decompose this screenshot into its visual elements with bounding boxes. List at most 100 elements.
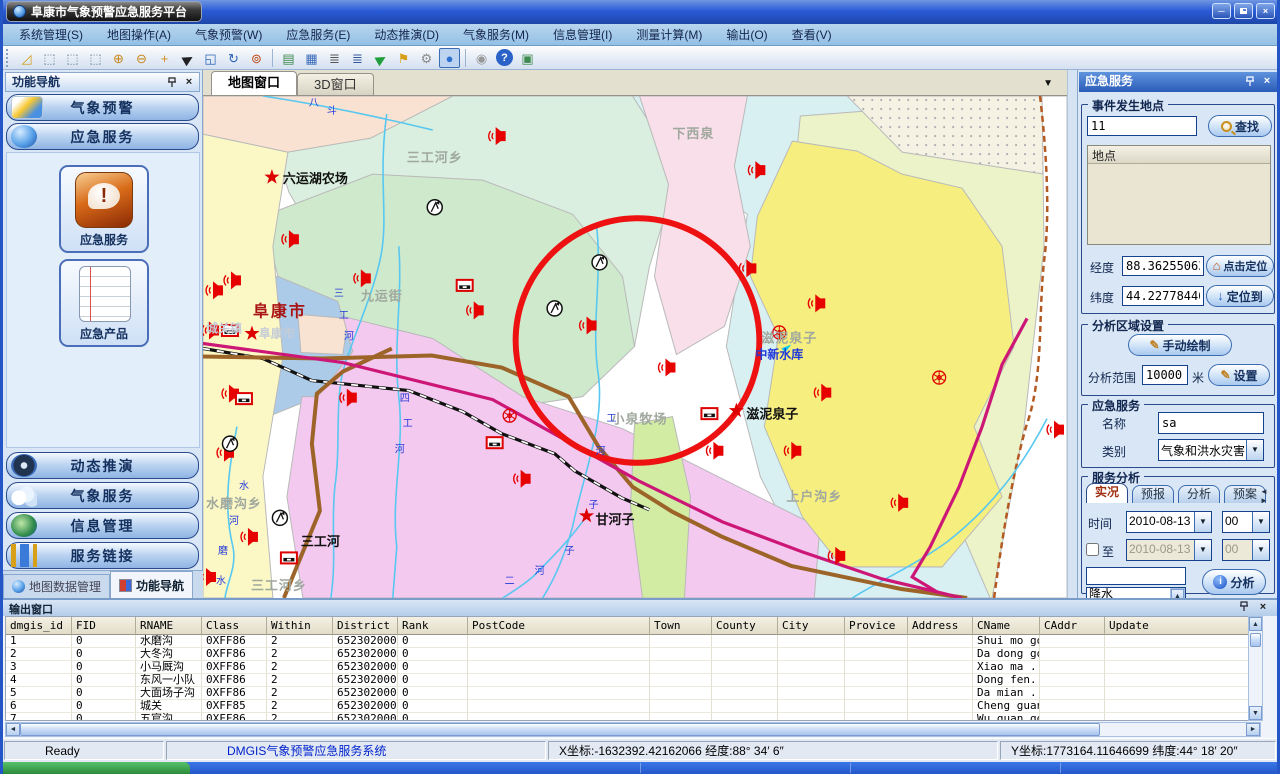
menu-item-7[interactable]: 信息管理(I) xyxy=(542,24,623,45)
column-header-PostCode[interactable]: PostCode xyxy=(468,617,650,635)
nav-section-6[interactable]: 服务链接 xyxy=(6,542,199,569)
table-row[interactable]: 60城关0XFF8526523020000Cheng guan xyxy=(6,700,1260,713)
select-feature-icon[interactable]: ▶ xyxy=(366,44,394,72)
column-header-District[interactable]: District xyxy=(333,617,398,635)
close-icon[interactable]: × xyxy=(1261,75,1273,87)
table-row[interactable]: 40东风一小队0XFF8626523020000Dong fen... xyxy=(6,674,1260,687)
zoom-window-icon[interactable]: ⊚ xyxy=(246,48,267,68)
pin-icon[interactable] xyxy=(1245,76,1255,87)
analysis-tab-3[interactable]: 分析 xyxy=(1178,485,1220,503)
column-header-County[interactable]: County xyxy=(712,617,778,635)
column-header-dmgis_id[interactable]: dmgis_id xyxy=(6,617,72,635)
longitude-input[interactable] xyxy=(1122,256,1204,276)
map-tab-2[interactable]: 3D窗口 xyxy=(297,73,374,95)
menu-item-10[interactable]: 查看(V) xyxy=(781,24,843,45)
table-row[interactable]: 70五官沟0XFF8626523020000Wu guan gou xyxy=(6,713,1260,721)
tab-scroll-icons[interactable]: ◄ ► xyxy=(1260,487,1274,505)
scroll-down-icon[interactable]: ▼ xyxy=(1249,706,1262,720)
dropdown-arrow-icon[interactable]: ▼ xyxy=(1246,440,1263,460)
manual-draw-button[interactable]: ✎手动绘制 xyxy=(1128,334,1232,356)
tool-button-1[interactable]: 应急服务 xyxy=(59,165,149,253)
nav-section-5[interactable]: 信息管理 xyxy=(6,512,199,539)
panel-splitter[interactable] xyxy=(1067,70,1077,598)
table-row[interactable]: 30小马厩沟0XFF8626523020000Xiao ma ... xyxy=(6,661,1260,674)
menu-item-2[interactable]: 地图操作(A) xyxy=(96,24,182,45)
zoom-in-icon[interactable]: ⊕ xyxy=(108,48,129,68)
window-list-dropdown-icon[interactable]: ▼ xyxy=(1043,78,1053,89)
table-row[interactable]: 20大冬沟0XFF8626523020000Da dong gou xyxy=(6,648,1260,661)
menu-item-5[interactable]: 动态推演(D) xyxy=(363,24,450,45)
analysis-tab-1[interactable]: 实况 xyxy=(1086,483,1128,503)
hscroll-thumb[interactable] xyxy=(20,723,1100,736)
pan-icon[interactable]: + xyxy=(154,48,175,68)
column-header-Town[interactable]: Town xyxy=(650,617,712,635)
result-table[interactable]: dmgis_idFIDRNAMEClassWithinDistrictRankP… xyxy=(5,616,1261,721)
globe-icon[interactable]: ● xyxy=(439,48,460,68)
column-header-Address[interactable]: Address xyxy=(908,617,973,635)
nav-section-4[interactable]: 气象服务 xyxy=(6,482,199,509)
scroll-right-icon[interactable]: ► xyxy=(1246,723,1260,736)
location-search-input[interactable] xyxy=(1087,116,1197,136)
menu-item-4[interactable]: 应急服务(E) xyxy=(275,24,361,45)
analysis-tab-2[interactable]: 预报 xyxy=(1132,485,1174,503)
to-checkbox[interactable] xyxy=(1086,543,1099,556)
analyze-button[interactable]: i分析 xyxy=(1202,569,1266,595)
table-hscrollbar[interactable]: ◄ ► xyxy=(5,722,1261,737)
full-extent-icon[interactable]: ◱ xyxy=(200,48,221,68)
column-header-RNAME[interactable]: RNAME xyxy=(136,617,202,635)
close-icon[interactable]: × xyxy=(1257,601,1269,613)
type-select[interactable]: 气象和洪水灾害▼ xyxy=(1158,439,1264,461)
toolbar-grip[interactable] xyxy=(6,49,11,67)
close-button[interactable]: × xyxy=(1256,3,1275,19)
map-canvas[interactable]: 三工河乡下西泉九运街小泉牧场上户沟乡水磨沟乡三工河乡滋泥泉子城关镇阜康市六运湖农… xyxy=(203,96,1067,598)
select-poly-icon[interactable]: ⬚ xyxy=(85,48,106,68)
image-view-icon[interactable]: ▦ xyxy=(301,48,322,68)
vscroll-thumb[interactable] xyxy=(1250,633,1261,647)
print-color-icon[interactable]: ≣ xyxy=(347,48,368,68)
column-header-CName[interactable]: CName xyxy=(973,617,1040,635)
map-tab-1[interactable]: 地图窗口 xyxy=(211,71,297,95)
scroll-up-icon[interactable]: ▲ xyxy=(1249,617,1262,631)
locate-to-button[interactable]: ↓定位到 xyxy=(1206,285,1274,307)
column-header-FID[interactable]: FID xyxy=(72,617,136,635)
hour-select[interactable]: 00▼ xyxy=(1222,511,1270,533)
nav-tab-2[interactable]: 功能导航 xyxy=(110,571,193,598)
menu-item-1[interactable]: 系统管理(S) xyxy=(8,24,94,45)
menu-item-8[interactable]: 测量计算(M) xyxy=(625,24,713,45)
photo-icon[interactable]: ▣ xyxy=(517,48,538,68)
table-vscrollbar[interactable]: ▲ ▼ xyxy=(1248,616,1263,721)
click-locate-button[interactable]: ⌂点击定位 xyxy=(1206,255,1274,277)
print-icon[interactable]: ≣ xyxy=(324,48,345,68)
nav-section-1[interactable]: 气象预警 xyxy=(6,94,199,121)
menu-item-6[interactable]: 气象服务(M) xyxy=(452,24,540,45)
column-header-Provice[interactable]: Provice xyxy=(845,617,908,635)
nav-section-2[interactable]: 应急服务 xyxy=(6,123,199,150)
element-filter-box[interactable] xyxy=(1086,567,1186,585)
column-header-Rank[interactable]: Rank xyxy=(398,617,468,635)
date-select[interactable]: 2010-08-13▼ xyxy=(1126,511,1212,533)
map-layers-icon[interactable]: ▤ xyxy=(278,48,299,68)
dropdown-arrow-icon[interactable]: ▼ xyxy=(1194,512,1211,532)
find-button[interactable]: 查找 xyxy=(1208,115,1272,137)
column-header-Update[interactable]: Update xyxy=(1105,617,1250,635)
table-row[interactable]: 50大面场子沟0XFF8626523020000Da mian ... xyxy=(6,687,1260,700)
visibility-icon[interactable]: ◉ xyxy=(471,48,492,68)
column-header-Within[interactable]: Within xyxy=(267,617,333,635)
start-button[interactable] xyxy=(0,762,190,774)
select-lasso-icon[interactable]: ⬚ xyxy=(62,48,83,68)
select-rect-icon[interactable]: ⬚ xyxy=(39,48,60,68)
nav-section-3[interactable]: 动态推演 xyxy=(6,452,199,479)
measure-icon[interactable]: ◿ xyxy=(16,48,37,68)
pin-icon[interactable] xyxy=(1239,601,1249,612)
tool-button-2[interactable]: 应急产品 xyxy=(59,259,149,347)
table-row[interactable]: 10水磨沟0XFF8626523020000Shui mo gou xyxy=(6,635,1260,648)
range-input[interactable] xyxy=(1142,365,1188,385)
service-name-input[interactable] xyxy=(1158,412,1264,434)
close-icon[interactable]: × xyxy=(183,76,195,88)
pointer-icon[interactable]: ▶ xyxy=(173,44,201,72)
refresh-icon[interactable]: ↻ xyxy=(223,48,244,68)
settings-icon[interactable]: ⚙ xyxy=(416,48,437,68)
set-button[interactable]: ✎设置 xyxy=(1208,364,1270,386)
menu-item-3[interactable]: 气象预警(W) xyxy=(184,24,273,45)
column-header-Class[interactable]: Class xyxy=(202,617,267,635)
